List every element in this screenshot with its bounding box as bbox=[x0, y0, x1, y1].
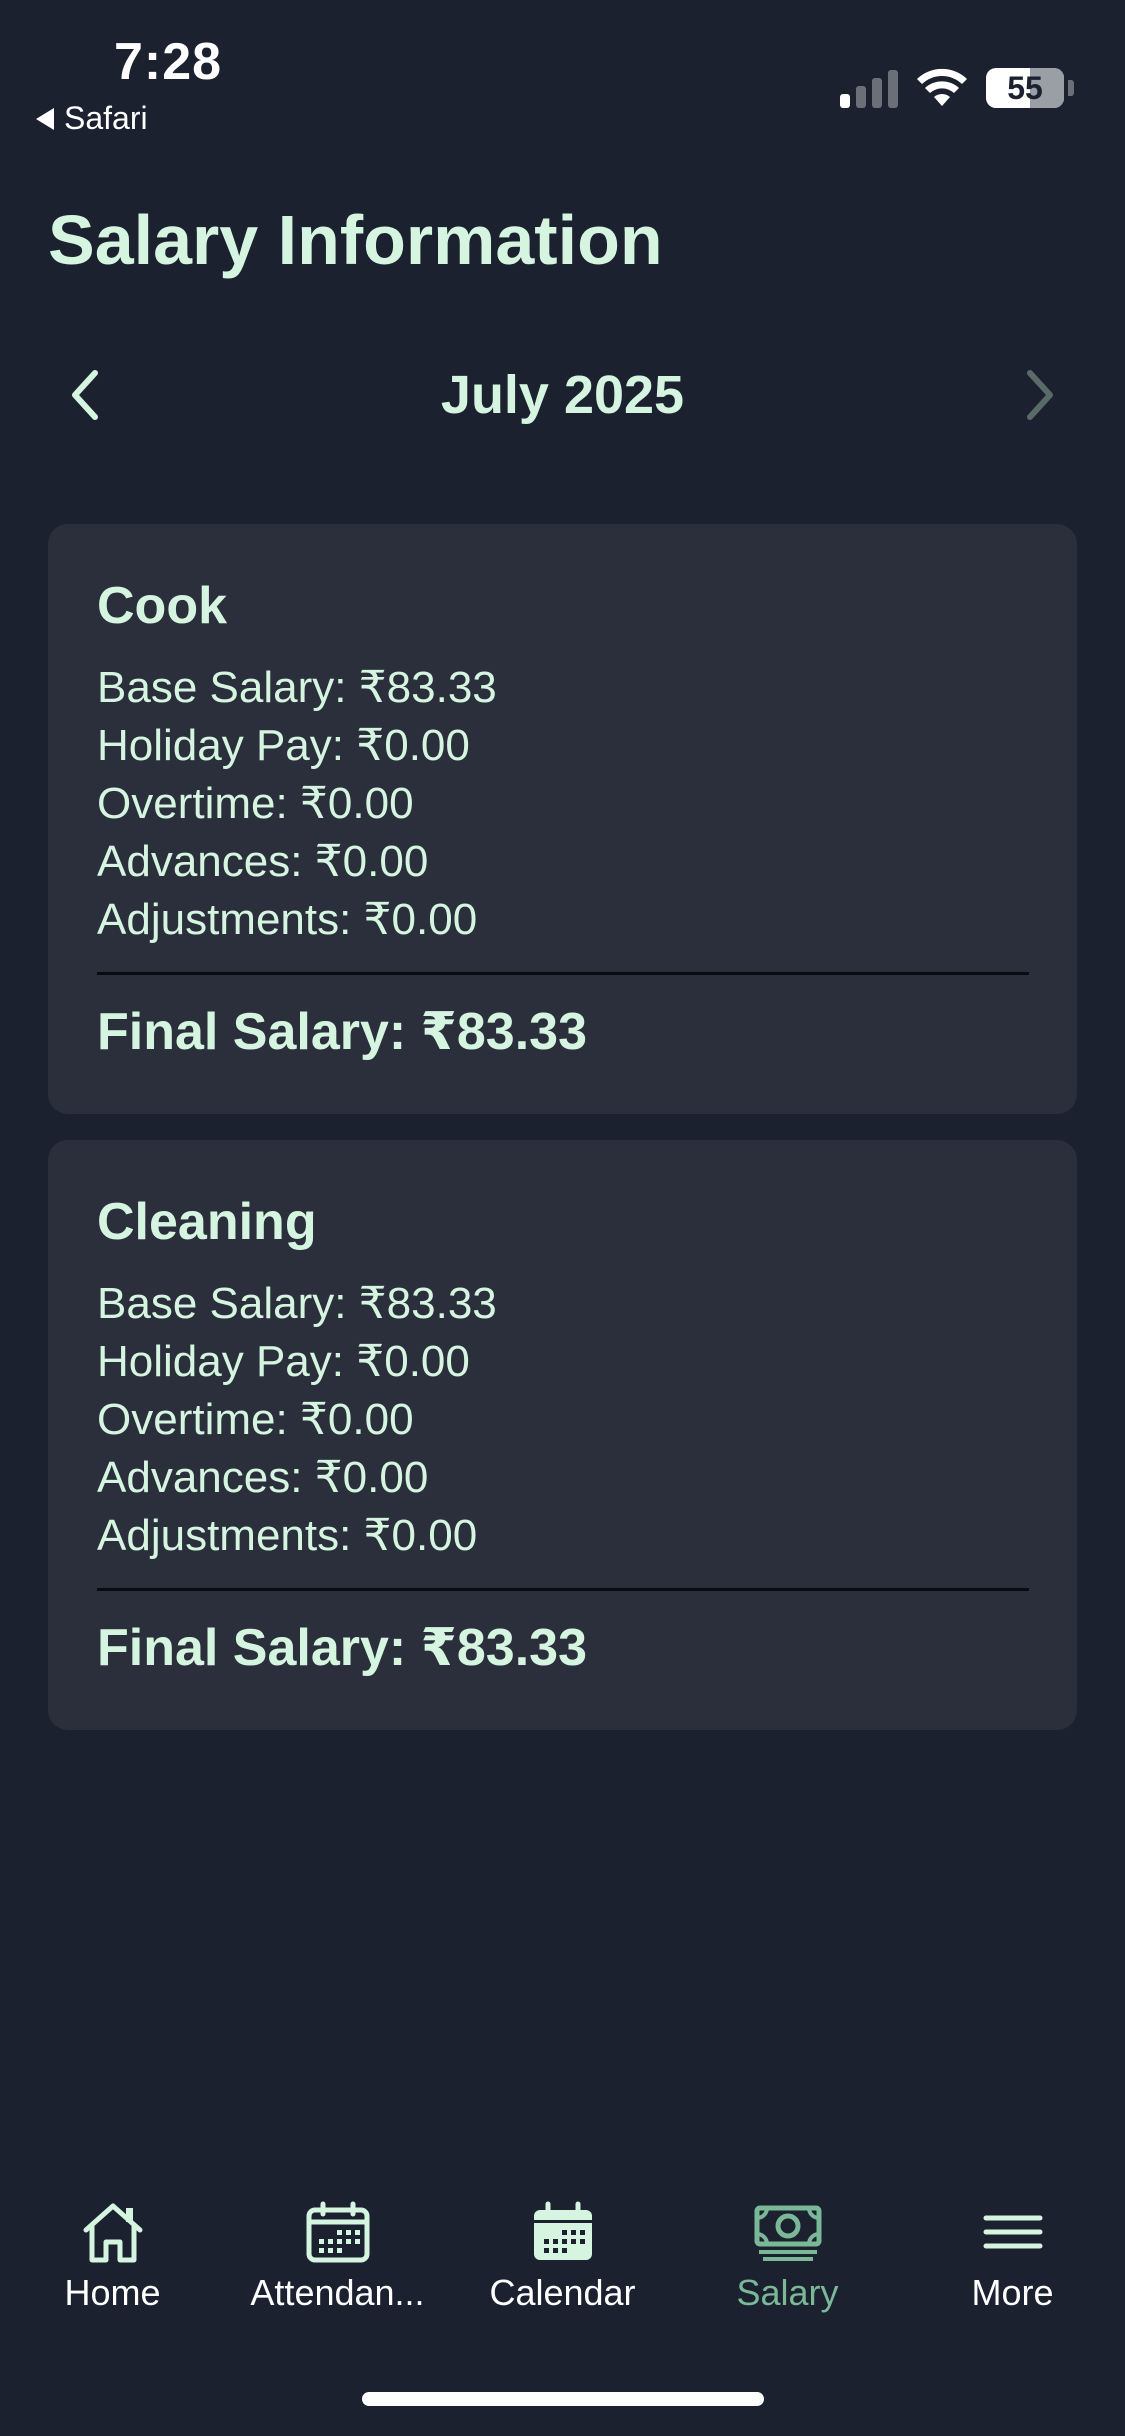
final-salary: Final Salary: ₹83.33 bbox=[97, 1003, 587, 1061]
holiday-pay-line: Holiday Pay: ₹0.00 bbox=[97, 1337, 470, 1386]
battery-icon: 55 bbox=[986, 68, 1064, 108]
status-time: 7:28 bbox=[114, 33, 223, 91]
tab-label: Attendan... bbox=[250, 2272, 425, 2313]
adjustments-line: Adjustments: ₹0.00 bbox=[97, 895, 478, 944]
tab-more[interactable]: More bbox=[900, 2200, 1125, 2320]
home-indicator[interactable] bbox=[362, 2392, 764, 2406]
salary-card: Cook Base Salary: ₹83.33 Holiday Pay: ₹0… bbox=[48, 524, 1077, 1114]
overtime-line: Overtime: ₹0.00 bbox=[97, 779, 414, 828]
base-salary-line: Base Salary: ₹83.33 bbox=[97, 1279, 497, 1328]
final-salary: Final Salary: ₹83.33 bbox=[97, 1619, 587, 1677]
card-divider bbox=[97, 972, 1029, 975]
calendar-icon bbox=[533, 2201, 592, 2260]
card-divider bbox=[97, 1588, 1029, 1591]
tab-home[interactable]: Home bbox=[0, 2200, 225, 2320]
card-title: Cleaning bbox=[97, 1193, 317, 1251]
home-icon bbox=[83, 2203, 142, 2263]
adjustments-line: Adjustments: ₹0.00 bbox=[97, 1511, 478, 1560]
wifi-icon bbox=[917, 68, 967, 106]
tab-label: Salary bbox=[736, 2272, 839, 2313]
advances-line: Advances: ₹0.00 bbox=[97, 837, 429, 886]
month-label: July 2025 bbox=[440, 365, 685, 425]
back-triangle-icon bbox=[36, 107, 54, 130]
tab-label: Calendar bbox=[489, 2272, 636, 2313]
attendance-calendar-icon bbox=[306, 2201, 369, 2263]
tab-label: More bbox=[971, 2272, 1054, 2313]
page-title: Salary Information bbox=[48, 201, 663, 279]
back-app-label: Safari bbox=[64, 100, 148, 136]
tab-calendar[interactable]: Calendar bbox=[450, 2200, 675, 2320]
back-to-safari-link[interactable]: Safari bbox=[36, 100, 148, 137]
money-icon bbox=[754, 2205, 821, 2261]
tab-attendance[interactable]: Attendan... bbox=[225, 2200, 450, 2320]
base-salary-line: Base Salary: ₹83.33 bbox=[97, 663, 497, 712]
salary-card: Cleaning Base Salary: ₹83.33 Holiday Pay… bbox=[48, 1140, 1077, 1730]
status-bar: 7:28 Safari 55 bbox=[0, 0, 1125, 150]
menu-icon bbox=[983, 2215, 1042, 2249]
month-navigator: July 2025 bbox=[0, 350, 1125, 440]
bottom-tab-bar: Home Attendan... Calendar Salary More bbox=[0, 2200, 1125, 2320]
battery-level: 55 bbox=[1007, 69, 1043, 106]
cellular-signal-icon bbox=[840, 68, 898, 108]
advances-line: Advances: ₹0.00 bbox=[97, 1453, 429, 1502]
overtime-line: Overtime: ₹0.00 bbox=[97, 1395, 414, 1444]
holiday-pay-line: Holiday Pay: ₹0.00 bbox=[97, 721, 470, 770]
card-title: Cook bbox=[97, 577, 227, 635]
chevron-right-icon bbox=[1027, 370, 1053, 420]
tab-label: Home bbox=[64, 2272, 161, 2313]
tab-salary[interactable]: Salary bbox=[675, 2200, 900, 2320]
battery-nub bbox=[1068, 80, 1074, 96]
next-month-button[interactable] bbox=[1005, 360, 1075, 430]
